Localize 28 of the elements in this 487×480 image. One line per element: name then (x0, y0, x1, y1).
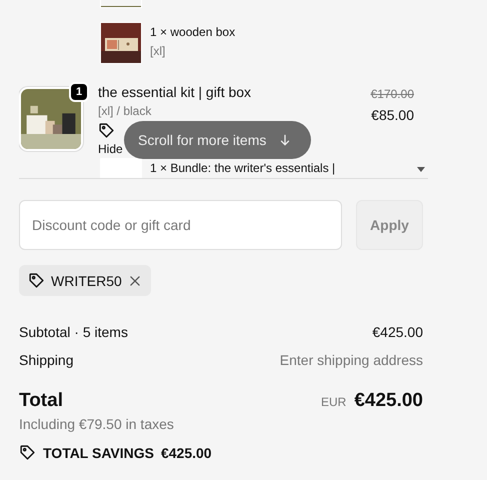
subtotal-value: €425.00 (372, 324, 423, 340)
taxes-note: Including €79.50 in taxes (19, 416, 175, 432)
shipping-label: Shipping (19, 352, 74, 368)
discount-code: WRITER50 (51, 272, 122, 288)
item-title: 1 × Bundle: the writer's essentials | (150, 161, 336, 176)
tag-icon (98, 122, 115, 139)
subtotal-label: Subtotal · 5 items (19, 324, 128, 340)
item-variant: [xl] (150, 44, 166, 59)
close-icon[interactable] (128, 274, 142, 288)
hide-link[interactable]: Hide (98, 142, 123, 157)
apply-button[interactable]: Apply (356, 200, 423, 250)
item-variant: [xl] / black (98, 104, 152, 119)
total-value: €425.00 (354, 390, 423, 412)
item-title: the essential kit | gift box (98, 84, 252, 101)
quantity-badge: 1 (69, 82, 89, 102)
tag-icon (28, 272, 45, 289)
compare-price: €170.00 (370, 87, 414, 101)
scroll-hint-toast[interactable]: Scroll for more items (124, 121, 312, 159)
total-label: Total (19, 390, 63, 412)
tags-icon (19, 444, 36, 461)
savings-label: TOTAL SAVINGS (43, 444, 154, 460)
shipping-value: Enter shipping address (280, 352, 423, 368)
savings-value: €425.00 (160, 444, 212, 460)
item-price: €85.00 (371, 107, 414, 123)
currency-code: EUR (320, 395, 346, 409)
discount-field[interactable]: Discount code or gift card (19, 200, 342, 250)
item-title: 1 × wooden box (150, 25, 236, 40)
scroll-caret-icon[interactable] (417, 167, 425, 172)
